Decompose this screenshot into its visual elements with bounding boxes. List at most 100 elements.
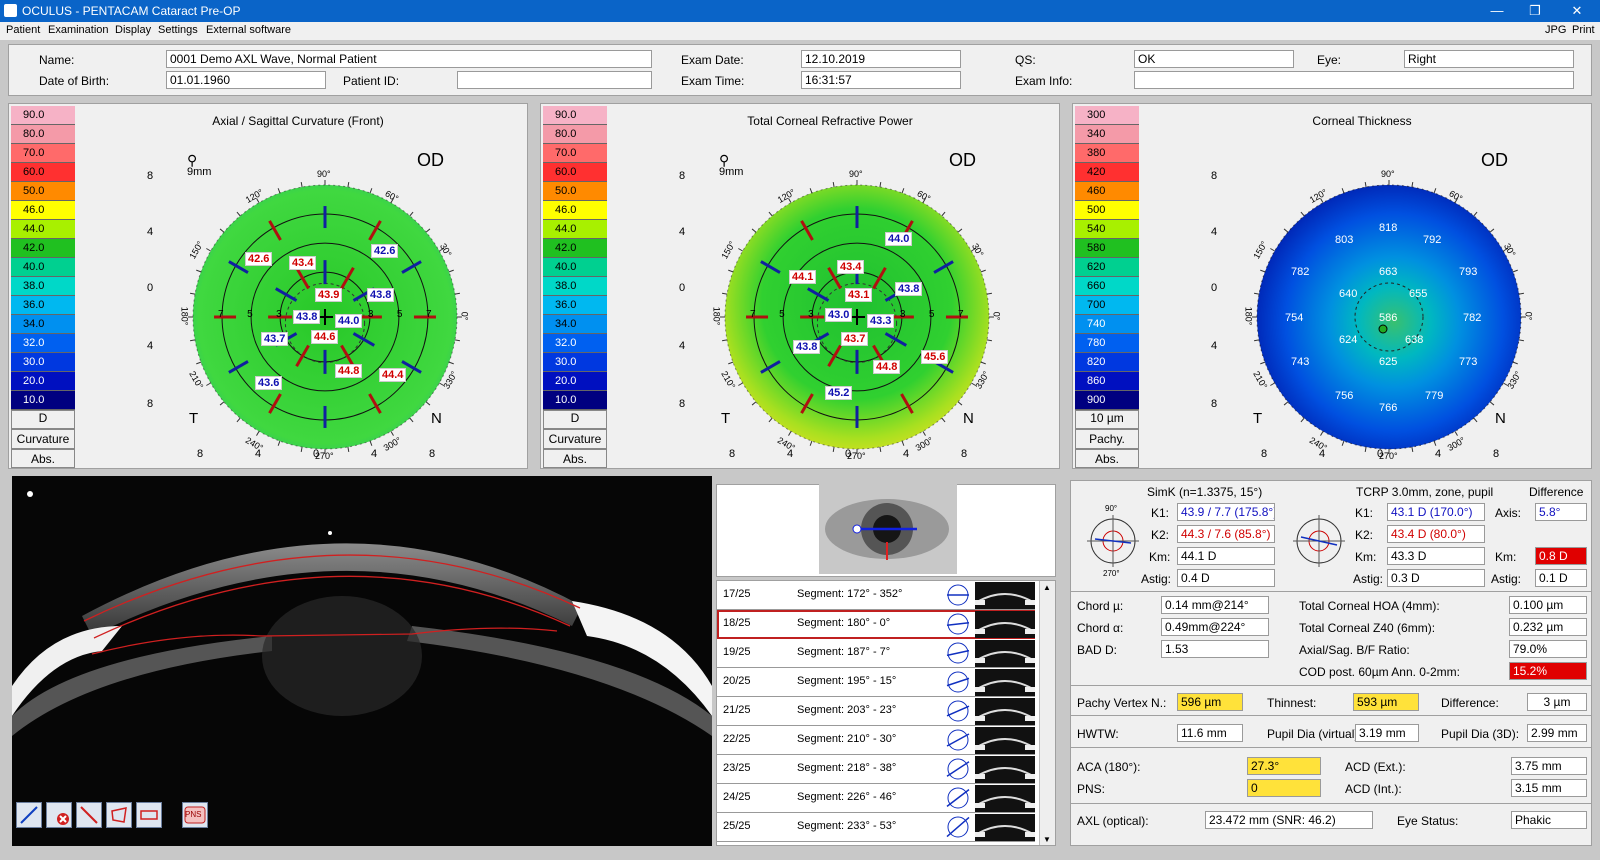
bad-field[interactable]: 1.53: [1161, 640, 1269, 658]
segment-row[interactable]: 25/25 Segment: 233° - 53°: [717, 813, 1035, 842]
measure-tool[interactable]: [16, 802, 42, 828]
thinnest-field[interactable]: 593 µm: [1353, 693, 1419, 711]
tcrp-k1-field[interactable]: 43.1 D (170.0°): [1387, 503, 1485, 521]
eye-status-field[interactable]: Phakic: [1511, 811, 1587, 829]
z40-field[interactable]: 0.232 µm: [1509, 618, 1587, 636]
tcrp-k2-field[interactable]: 43.4 D (80.0°): [1387, 525, 1485, 543]
scroll-up-icon[interactable]: ▲: [1043, 583, 1051, 592]
segment-row[interactable]: 23/25 Segment: 218° - 38°: [717, 755, 1035, 784]
name-label: Name:: [39, 53, 75, 67]
scale-type[interactable]: Pachy.: [1075, 429, 1139, 449]
eye-status-label: Eye Status:: [1397, 814, 1459, 828]
simk-astig-field[interactable]: 0.4 D: [1177, 569, 1275, 587]
pachy-vertex-field[interactable]: 596 µm: [1177, 693, 1243, 711]
acd-ext-field[interactable]: 3.75 mm: [1511, 757, 1587, 775]
degree-label: 180°: [1243, 306, 1254, 326]
exam-time-field[interactable]: 16:31:57: [801, 71, 961, 89]
segment-row[interactable]: 22/25 Segment: 210° - 30°: [717, 726, 1035, 755]
curvature-value: 43.7: [841, 332, 869, 346]
scale-mode[interactable]: Abs.: [543, 449, 607, 468]
scale-mode[interactable]: Abs.: [1075, 449, 1139, 468]
exam-info-field[interactable]: [1134, 71, 1574, 89]
map-panel-2[interactable]: 90.0 80.0 70.0 60.0 50.0 46.0 44.0 42.0 40.0 38.0…: [540, 103, 1060, 469]
segment-scrollbar[interactable]: ▲ ▼: [1039, 581, 1055, 845]
tcrp-km-field[interactable]: 43.3 D: [1387, 547, 1485, 565]
simk-k1-field[interactable]: 43.9 / 7.7 (175.8°): [1177, 503, 1275, 521]
axis-left-tick: 0: [1211, 282, 1218, 294]
axis-t-label: T: [1253, 410, 1263, 427]
tcrp-astig-field[interactable]: 0.3 D: [1387, 569, 1485, 587]
diff-astig-field[interactable]: 0.1 D: [1535, 569, 1587, 587]
delete-measure-tool[interactable]: [46, 802, 72, 828]
pupil-3d-field[interactable]: 2.99 mm: [1527, 724, 1587, 742]
polygon-tool[interactable]: [106, 802, 132, 828]
pachy-value: 793: [1459, 266, 1478, 278]
ring-radius-label: 3: [808, 309, 814, 320]
dob-field[interactable]: 01.01.1960: [166, 71, 326, 89]
hwtw-field[interactable]: 11.6 mm: [1177, 724, 1243, 742]
axis-bottom-tick: 4: [903, 448, 910, 460]
name-field[interactable]: 0001 Demo AXL Wave, Normal Patient: [166, 50, 652, 68]
axis-left-tick: 4: [147, 340, 154, 352]
maximize-button[interactable]: ❐: [1518, 0, 1552, 22]
segment-row[interactable]: 17/25 Segment: 172° - 352°: [717, 581, 1035, 610]
pachy-vertex-label: Pachy Vertex N.:: [1077, 696, 1167, 710]
diff-km-field[interactable]: 0.8 D: [1535, 547, 1587, 565]
segment-list[interactable]: 17/25 Segment: 172° - 352° 18/25 Segment…: [716, 580, 1056, 846]
eye-thumbnail[interactable]: [819, 484, 957, 574]
aca-field[interactable]: 27.3°: [1247, 757, 1321, 775]
scroll-down-icon[interactable]: ▼: [1043, 835, 1051, 844]
segment-row[interactable]: 24/25 Segment: 226° - 46°: [717, 784, 1035, 813]
scale-type[interactable]: Curvature: [543, 429, 607, 449]
menu-display[interactable]: Display: [115, 24, 151, 36]
segment-row[interactable]: 19/25 Segment: 187° - 7°: [717, 639, 1035, 668]
segment-row[interactable]: 21/25 Segment: 203° - 23°: [717, 697, 1035, 726]
menu-print[interactable]: Print: [1572, 24, 1595, 36]
scale-type[interactable]: Curvature: [11, 429, 75, 449]
menu-patient[interactable]: Patient: [6, 24, 40, 36]
exam-date-field[interactable]: 12.10.2019: [801, 50, 961, 68]
pachy-value: 756: [1335, 390, 1354, 402]
line-tool[interactable]: [76, 802, 102, 828]
scheimpflug-image[interactable]: [12, 476, 712, 846]
chord-alpha-field[interactable]: 0.49mm@224°: [1161, 618, 1269, 636]
axis-left-tick: 4: [1211, 226, 1218, 238]
pid-field[interactable]: [457, 71, 652, 89]
pns-button[interactable]: PNS: [182, 802, 208, 828]
eye-field[interactable]: Right: [1404, 50, 1574, 68]
close-button[interactable]: ✕: [1560, 0, 1594, 22]
menu-jpg[interactable]: JPG: [1545, 24, 1566, 36]
menu-external-software[interactable]: External software: [206, 24, 291, 36]
scale-unit: D: [543, 410, 607, 429]
topography-map[interactable]: [1137, 134, 1591, 468]
pachy-value: 638: [1405, 334, 1424, 346]
menu-examination[interactable]: Examination: [48, 24, 109, 36]
pns-field[interactable]: 0: [1247, 779, 1321, 797]
topography-map[interactable]: [605, 134, 1059, 468]
simk-km-field[interactable]: 44.1 D: [1177, 547, 1275, 565]
hoa-field[interactable]: 0.100 µm: [1509, 596, 1587, 614]
ratio-field[interactable]: 79.0%: [1509, 640, 1587, 658]
difference-field[interactable]: 3 µm: [1527, 693, 1587, 711]
chord-mu-field[interactable]: 0.14 mm@214°: [1161, 596, 1269, 614]
minimize-button[interactable]: —: [1480, 0, 1514, 22]
acd-int-field[interactable]: 3.15 mm: [1511, 779, 1587, 797]
caliper-tool[interactable]: [136, 802, 162, 828]
pupil-virtual-field[interactable]: 3.19 mm: [1355, 724, 1419, 742]
topography-map[interactable]: [73, 134, 527, 468]
simk-k2-field[interactable]: 44.3 / 7.6 (85.8°): [1177, 525, 1275, 543]
qs-field[interactable]: OK: [1134, 50, 1294, 68]
segment-angle: Segment: 218° - 38°: [797, 762, 897, 774]
segment-row[interactable]: 18/25 Segment: 180° - 0°: [717, 610, 1035, 639]
diff-axis-field[interactable]: 5.8°: [1535, 503, 1587, 521]
curvature-value: 43.8: [293, 310, 321, 324]
menu-settings[interactable]: Settings: [158, 24, 198, 36]
map-panel-3[interactable]: 300 340 380 420 460 500 540 580 620 660 700 740 780 8…: [1072, 103, 1592, 469]
scale-value: 44.0: [543, 220, 607, 239]
map-panel-1[interactable]: 90.0 80.0 70.0 60.0 50.0 46.0 44.0 42.0 40.0 38.0…: [8, 103, 528, 469]
axl-field[interactable]: 23.472 mm (SNR: 46.2): [1205, 811, 1373, 829]
segment-row[interactable]: 20/25 Segment: 195° - 15°: [717, 668, 1035, 697]
segment-number: 19/25: [723, 646, 751, 658]
scale-mode[interactable]: Abs.: [11, 449, 75, 468]
cod-field[interactable]: 15.2%: [1509, 662, 1587, 680]
